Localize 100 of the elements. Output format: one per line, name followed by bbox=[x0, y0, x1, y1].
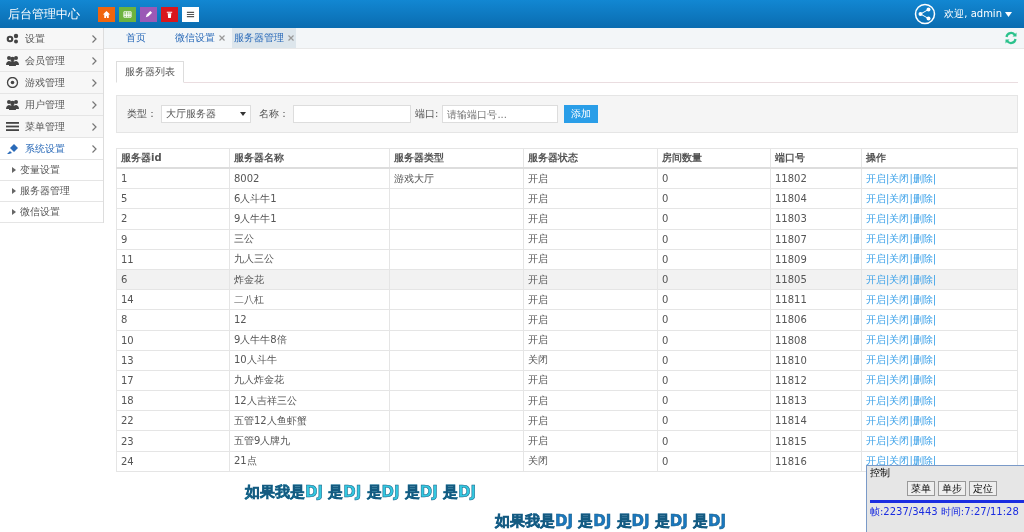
action-link[interactable]: 删除| bbox=[912, 192, 937, 204]
action-link[interactable]: 开启| bbox=[866, 394, 890, 406]
action-link[interactable]: 开启| bbox=[866, 334, 890, 346]
action-link[interactable]: 关闭| bbox=[889, 374, 913, 386]
recorder-button[interactable]: 定位 bbox=[969, 481, 997, 496]
action-link[interactable]: 关闭| bbox=[889, 233, 913, 245]
action-link[interactable]: 关闭| bbox=[889, 414, 913, 426]
action-link[interactable]: 开启| bbox=[866, 253, 890, 265]
action-link[interactable]: 关闭| bbox=[889, 313, 913, 325]
grid-button[interactable] bbox=[119, 6, 136, 22]
sidebar-subitem[interactable]: 微信设置 bbox=[0, 202, 103, 223]
action-link[interactable]: 关闭| bbox=[889, 253, 913, 265]
action-link[interactable]: 删除| bbox=[912, 212, 937, 224]
share-icon[interactable] bbox=[914, 3, 937, 25]
chevron-icon bbox=[92, 144, 97, 153]
column-header: 端口号 bbox=[770, 148, 862, 168]
sidebar-item[interactable]: 游戏管理 bbox=[0, 72, 103, 94]
table-cell: 五管12人鱼虾蟹 bbox=[229, 410, 390, 431]
action-link[interactable]: 开启| bbox=[866, 212, 890, 224]
action-link[interactable]: 关闭| bbox=[889, 273, 913, 285]
table-cell: 14 bbox=[116, 289, 230, 310]
table-cell: 11806 bbox=[770, 309, 862, 330]
bullet-icon bbox=[12, 188, 16, 194]
trash-icon bbox=[165, 9, 174, 19]
column-header: 服务器id bbox=[116, 148, 230, 168]
type-select[interactable]: 大厅服务器 bbox=[161, 105, 251, 123]
sidebar-subitem[interactable]: 变量设置 bbox=[0, 160, 103, 181]
table-cell: 0 bbox=[657, 430, 771, 452]
table-cell: 23 bbox=[116, 430, 230, 452]
action-link[interactable]: 关闭| bbox=[889, 293, 913, 305]
action-link[interactable]: 删除| bbox=[912, 172, 937, 184]
action-link[interactable]: 删除| bbox=[912, 293, 937, 305]
recorder-button[interactable]: 菜单 bbox=[907, 481, 935, 496]
action-link[interactable]: 开启| bbox=[866, 172, 890, 184]
table-cell: 9人牛牛8倍 bbox=[229, 330, 390, 351]
table-cell: 9人牛牛1 bbox=[229, 208, 390, 230]
table-cell: 11812 bbox=[770, 370, 862, 391]
action-link[interactable]: 开启| bbox=[866, 273, 890, 285]
close-icon[interactable] bbox=[219, 35, 225, 41]
action-link[interactable]: 删除| bbox=[912, 273, 937, 285]
chevron-icon bbox=[92, 78, 97, 87]
action-link[interactable]: 关闭| bbox=[889, 212, 913, 224]
action-link[interactable]: 开启| bbox=[866, 374, 890, 386]
table-cell: 九人三公 bbox=[229, 249, 390, 270]
panel-tab[interactable]: 服务器列表 bbox=[116, 61, 184, 83]
page-tab[interactable]: 微信设置 bbox=[168, 28, 232, 48]
action-link[interactable]: 关闭| bbox=[889, 192, 913, 204]
pencil-button[interactable] bbox=[140, 6, 157, 22]
column-header: 房间数量 bbox=[657, 148, 771, 168]
trash-button[interactable] bbox=[161, 6, 178, 22]
action-link[interactable]: 开启| bbox=[866, 414, 890, 426]
table-cell: 0 bbox=[657, 330, 771, 351]
table-cell: 五管9人牌九 bbox=[229, 430, 390, 452]
port-label: 端口: bbox=[415, 107, 439, 121]
name-field[interactable] bbox=[293, 105, 411, 123]
add-button[interactable]: 添加 bbox=[564, 105, 599, 123]
recorder-button[interactable]: 单步 bbox=[938, 481, 966, 496]
list-button[interactable] bbox=[182, 6, 199, 22]
table-cell: 11815 bbox=[770, 430, 862, 452]
sidebar-item[interactable]: 会员管理 bbox=[0, 50, 103, 72]
action-link[interactable]: 删除| bbox=[912, 313, 937, 325]
action-link[interactable]: 开启| bbox=[866, 435, 890, 447]
table-cell: 22 bbox=[116, 410, 230, 431]
action-link[interactable]: 开启| bbox=[866, 293, 890, 305]
action-link[interactable]: 关闭| bbox=[889, 435, 913, 447]
action-link[interactable]: 开启| bbox=[866, 233, 890, 245]
table-cell: 开启 bbox=[523, 168, 658, 189]
port-field[interactable]: 请输端口号... bbox=[442, 105, 559, 123]
column-header: 操作 bbox=[861, 148, 1018, 168]
table-cell: 开启 bbox=[523, 188, 658, 209]
users-icon bbox=[6, 99, 19, 110]
table-cell: 11816 bbox=[770, 451, 862, 472]
table-cell: 三公 bbox=[229, 229, 390, 250]
home-button[interactable] bbox=[98, 6, 115, 22]
pencil-icon bbox=[144, 9, 153, 19]
sidebar-subitem[interactable]: 服务器管理 bbox=[0, 181, 103, 202]
action-link[interactable]: 关闭| bbox=[889, 334, 913, 346]
action-link[interactable]: 关闭| bbox=[889, 172, 913, 184]
bullet-icon bbox=[12, 209, 16, 215]
sidebar-item[interactable]: 设置 bbox=[0, 28, 103, 50]
action-link[interactable]: 开启| bbox=[866, 192, 890, 204]
action-link[interactable]: 开启| bbox=[866, 313, 890, 325]
table-cell: 11802 bbox=[770, 168, 862, 189]
action-link[interactable]: 开启| bbox=[866, 354, 890, 366]
action-link[interactable]: 删除| bbox=[912, 394, 937, 406]
action-link[interactable]: 关闭| bbox=[889, 354, 913, 366]
action-link[interactable]: 关闭| bbox=[889, 394, 913, 406]
gears-icon bbox=[6, 33, 19, 44]
sidebar-item[interactable]: 系统设置 bbox=[0, 138, 103, 160]
close-icon[interactable] bbox=[288, 35, 294, 41]
page-tab[interactable]: 首页 bbox=[104, 28, 168, 48]
sidebar-item[interactable]: 用户管理 bbox=[0, 94, 103, 116]
table-cell: 11811 bbox=[770, 289, 862, 310]
table-cell: 开启 bbox=[523, 249, 658, 270]
table-cell: 11809 bbox=[770, 249, 862, 270]
user-menu[interactable]: 欢迎, admin bbox=[940, 7, 1016, 21]
page-tab[interactable]: 服务器管理 bbox=[232, 28, 296, 48]
table-cell: 10 bbox=[116, 330, 230, 351]
action-link[interactable]: 删除| bbox=[912, 414, 937, 426]
table-cell: 0 bbox=[657, 370, 771, 391]
